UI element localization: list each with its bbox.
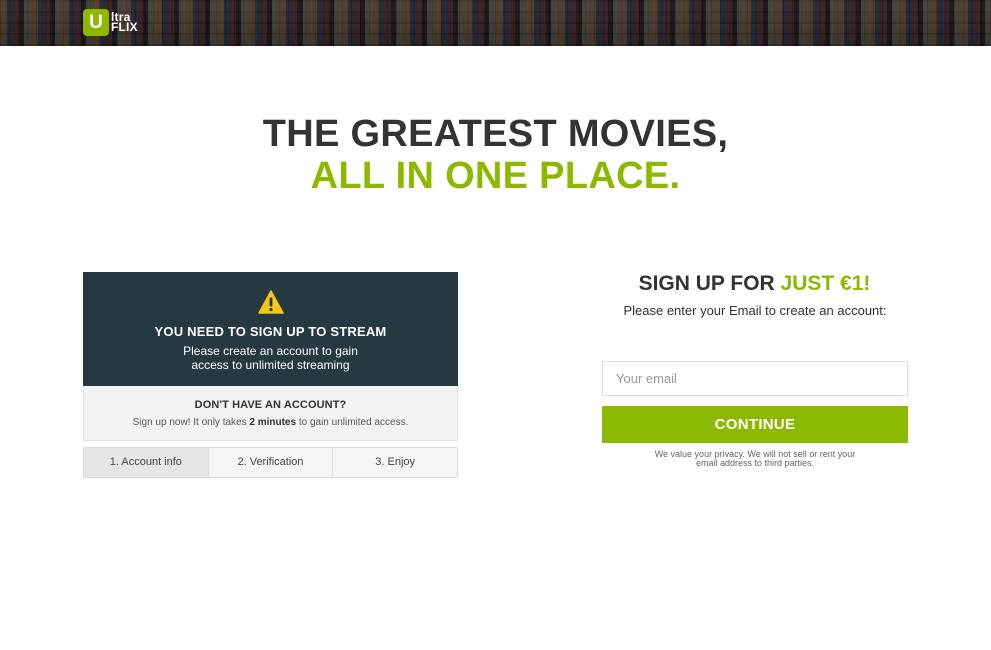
ultraflix-logo[interactable]: U ltra FLIX <box>83 8 138 36</box>
signup-steps: 1. Account info 2. Verification 3. Enjoy <box>83 447 458 478</box>
alert-subtitle-text: Please create an account to gain access … <box>183 344 358 372</box>
signup-title-prefix: SIGN UP FOR <box>638 272 781 295</box>
signup-price: JUST €1! <box>780 272 871 295</box>
logo-mark: U <box>83 8 109 36</box>
no-account-text-after: to gain unlimited access. <box>296 417 409 428</box>
signup-title: SIGN UP FOR JUST €1! <box>601 272 908 296</box>
step-enjoy[interactable]: 3. Enjoy <box>333 448 458 477</box>
privacy-notice: We value your privacy. We will not sell … <box>602 450 908 468</box>
no-account-text-bold: 2 minutes <box>249 417 297 428</box>
alert-title: YOU NEED TO SIGN UP TO STREAM <box>154 324 387 339</box>
no-account-text-before: Sign up now! It only takes <box>132 417 250 428</box>
no-account-box: DON'T HAVE AN ACCOUNT? Sign up now! It o… <box>83 386 458 441</box>
signup-subtitle: Please enter your Email to create an acc… <box>623 303 887 318</box>
hero-line1: THE GREATEST MOVIES, <box>262 113 729 155</box>
no-account-text: Sign up now! It only takes 2 minutes to … <box>84 417 457 428</box>
no-account-title: DON'T HAVE AN ACCOUNT? <box>194 399 347 411</box>
step-verification[interactable]: 2. Verification <box>208 448 334 477</box>
alert-subtitle: Please create an account to gain access … <box>83 344 458 372</box>
signup-required-alert: YOU NEED TO SIGN UP TO STREAM Please cre… <box>83 272 458 386</box>
logo-text-line2: FLIX <box>111 20 138 34</box>
hero-headline: THE GREATEST MOVIES, ALL IN ONE PLACE. <box>0 112 991 198</box>
logo-wordmark: ltra FLIX <box>111 11 138 34</box>
privacy-notice-text: We value your privacy. We will not sell … <box>654 449 856 468</box>
continue-button[interactable]: CONTINUE <box>602 406 908 443</box>
step-account-info[interactable]: 1. Account info <box>84 448 209 477</box>
warning-icon <box>258 290 284 314</box>
header-banner: U ltra FLIX <box>0 0 991 46</box>
signup-panel: SIGN UP FOR JUST €1! Please enter your E… <box>602 272 908 318</box>
hero-line2: ALL IN ONE PLACE. <box>310 155 681 197</box>
email-input[interactable] <box>602 361 908 396</box>
